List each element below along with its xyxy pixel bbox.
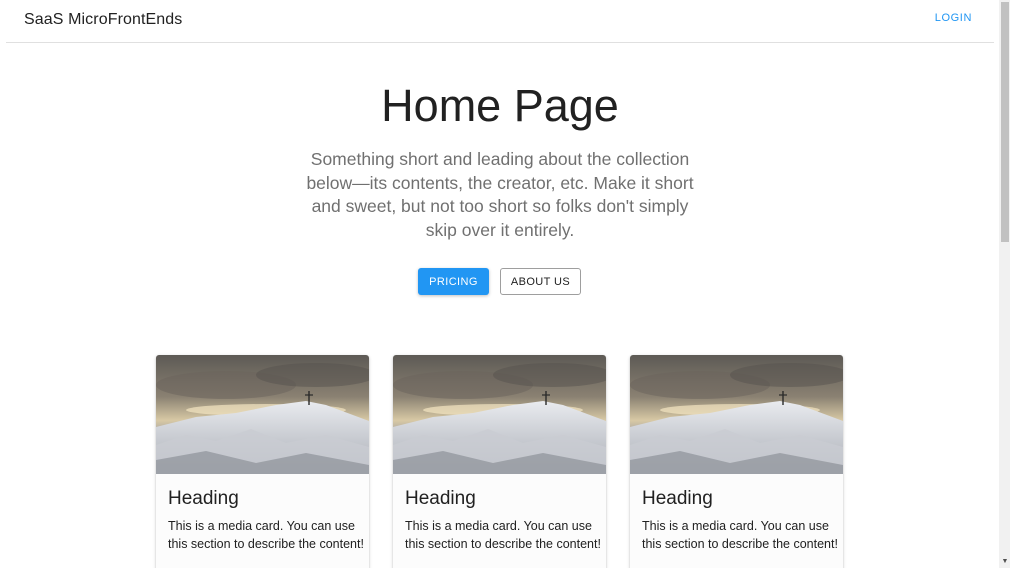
card-description: This is a media card. You can use this s… bbox=[642, 519, 838, 551]
scrollbar-thumb[interactable] bbox=[1001, 2, 1009, 242]
scroll-down-arrow-icon[interactable]: ▼ bbox=[1001, 558, 1009, 566]
page: SaaS MicroFrontEnds LOGIN Home Page Some… bbox=[0, 0, 1010, 568]
card-heading: Heading bbox=[642, 488, 713, 509]
hero-description: Something short and leading about the co… bbox=[306, 149, 694, 240]
login-button[interactable]: LOGIN bbox=[935, 12, 972, 24]
media-card: Heading This is a media card. You can us… bbox=[393, 355, 606, 568]
vertical-scrollbar[interactable]: ▼ bbox=[999, 0, 1010, 568]
card-description: This is a media card. You can use this s… bbox=[168, 519, 364, 551]
page-title: Home Page bbox=[381, 80, 619, 131]
card-description: This is a media card. You can use this s… bbox=[405, 519, 601, 551]
app-bar: SaaS MicroFrontEnds LOGIN bbox=[6, 0, 994, 43]
card-media-image bbox=[156, 355, 369, 474]
card-heading: Heading bbox=[168, 488, 239, 509]
card-media-image bbox=[630, 355, 843, 474]
media-card: Heading This is a media card. You can us… bbox=[156, 355, 369, 568]
card-heading: Heading bbox=[405, 488, 476, 509]
pricing-button[interactable]: PRICING bbox=[418, 268, 489, 295]
brand-title[interactable]: SaaS MicroFrontEnds bbox=[24, 11, 182, 29]
about-us-button[interactable]: ABOUT US bbox=[500, 268, 581, 295]
media-card: Heading This is a media card. You can us… bbox=[630, 355, 843, 568]
card-media-image bbox=[393, 355, 606, 474]
